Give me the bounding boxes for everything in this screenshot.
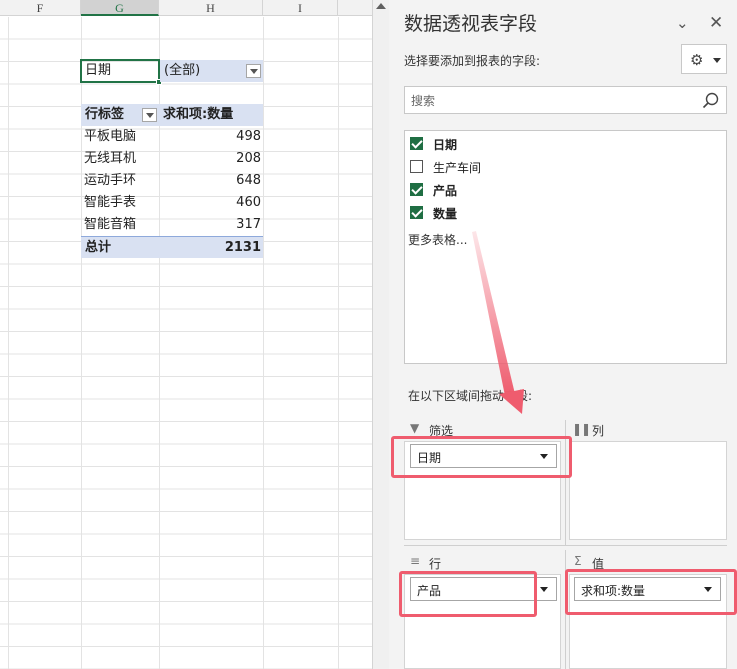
scroll-up-arrow-icon[interactable] [376, 3, 386, 9]
pivot-row-value[interactable]: 317 [159, 214, 263, 236]
caret-down-icon [713, 58, 721, 63]
field-label: 数量 [433, 207, 458, 221]
filter-icon: ▼ [410, 421, 420, 435]
rows-icon: ≡ [410, 554, 421, 568]
spreadsheet-grid[interactable]: F G H I 日期 (全部) 行标签 求和项:数量 平板电脑 498 无线耳机… [0, 0, 372, 669]
search-input[interactable] [411, 92, 691, 110]
pivot-row-labels-text: 行标签 [85, 107, 125, 122]
gridline [338, 17, 339, 669]
checkbox-checked[interactable] [410, 137, 423, 150]
close-icon[interactable]: ✕ [709, 13, 723, 33]
gridline [263, 17, 264, 669]
pivot-row-value[interactable]: 208 [159, 148, 263, 170]
columns-icon: ❚❚ [572, 422, 591, 436]
checkbox-checked[interactable] [410, 183, 423, 196]
column-header-bar: F G H I [0, 0, 372, 16]
columns-drop-area[interactable] [569, 441, 727, 540]
gridline [8, 17, 9, 669]
pivot-field-pane: 数据透视表字段 ⌄ ✕ 选择要添加到报表的字段: ⚙ 日期 生产车间 产品 数量… [389, 0, 737, 669]
pivot-total-label[interactable]: 总计 [81, 236, 159, 258]
pivot-total-value[interactable]: 2131 [159, 236, 263, 258]
pivot-value-header-text: 求和项:数量 [163, 107, 234, 122]
pivot-value-header[interactable]: 求和项:数量 [159, 104, 263, 126]
pivot-row-label[interactable]: 无线耳机 [81, 148, 159, 170]
pane-title: 数据透视表字段 [404, 13, 538, 35]
checkbox-unchecked[interactable] [410, 160, 423, 173]
pivot-row-value[interactable]: 498 [159, 126, 263, 148]
pivot-row-label[interactable]: 运动手环 [81, 170, 159, 192]
column-header-f[interactable]: F [0, 0, 81, 16]
highlight-row-box [399, 571, 537, 617]
choose-fields-label: 选择要添加到报表的字段: [404, 54, 541, 68]
pivot-row-label[interactable]: 智能手表 [81, 192, 159, 214]
pivot-row-label[interactable]: 智能音箱 [81, 214, 159, 236]
field-label: 产品 [433, 184, 458, 198]
field-label: 生产车间 [433, 161, 482, 175]
filter-dropdown-button[interactable] [246, 64, 261, 78]
sigma-icon: Σ [574, 554, 582, 568]
more-tables-link[interactable]: 更多表格... [408, 231, 467, 248]
checkbox-checked[interactable] [410, 206, 423, 219]
search-icon[interactable] [702, 92, 720, 110]
column-header-i[interactable]: I [263, 0, 338, 16]
chip-dropdown-icon[interactable] [540, 587, 548, 592]
highlight-filter-box [391, 436, 572, 478]
field-label: 日期 [433, 138, 458, 152]
pivot-row-value[interactable]: 648 [159, 170, 263, 192]
column-header-h[interactable]: H [159, 0, 263, 16]
pivot-row-label[interactable]: 平板电脑 [81, 126, 159, 148]
tools-settings-button[interactable]: ⚙ [681, 44, 727, 74]
rows-area-label: 行 [429, 557, 442, 571]
vertical-scrollbar[interactable] [372, 0, 389, 669]
gear-icon: ⚙ [690, 51, 704, 69]
field-search-box[interactable] [404, 86, 727, 114]
chevron-down-icon[interactable]: ⌄ [676, 14, 689, 32]
pivot-row-value[interactable]: 460 [159, 192, 263, 214]
drag-fields-hint: 在以下区域间拖动字段: [408, 389, 533, 403]
columns-area-label: 列 [592, 424, 605, 438]
field-list[interactable]: 日期 生产车间 产品 数量 更多表格... [404, 130, 727, 364]
area-divider [404, 545, 727, 546]
row-labels-dropdown-button[interactable] [142, 108, 157, 122]
highlight-value-box [565, 569, 737, 615]
filter-field-cell[interactable]: 日期 [80, 59, 162, 85]
filter-field-label: 日期 [85, 63, 112, 78]
filter-value-label: (全部) [164, 63, 201, 78]
column-header-g[interactable]: G [81, 0, 159, 16]
